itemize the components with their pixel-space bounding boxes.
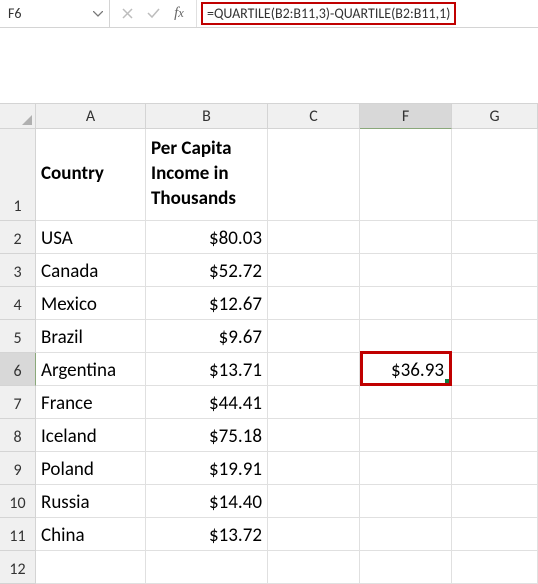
- column-headers-row: A B C F G: [0, 104, 538, 129]
- cell-G7[interactable]: [452, 386, 538, 419]
- row-header[interactable]: 11: [0, 518, 36, 551]
- formula-text: =QUARTILE(B2:B11,3)-QUARTILE(B2:B11,1): [201, 2, 456, 25]
- cell-B11[interactable]: $13.72: [146, 518, 268, 551]
- cell-F8[interactable]: [360, 419, 452, 452]
- cell-C2[interactable]: [268, 221, 360, 254]
- cell-G5[interactable]: [452, 320, 538, 353]
- cell-C8[interactable]: [268, 419, 360, 452]
- cell-F9[interactable]: [360, 452, 452, 485]
- row-header[interactable]: 4: [0, 287, 36, 320]
- cell-A10[interactable]: Russia: [36, 485, 146, 518]
- cell-G2[interactable]: [452, 221, 538, 254]
- cell-B5[interactable]: $9.67: [146, 320, 268, 353]
- table-row: 11 China $13.72: [0, 518, 538, 551]
- cell-F4[interactable]: [360, 287, 452, 320]
- cell-B6[interactable]: $13.71: [146, 353, 268, 386]
- cell-G3[interactable]: [452, 254, 538, 287]
- cell-C6[interactable]: [268, 353, 360, 386]
- table-row: 8 Iceland $75.18: [0, 419, 538, 452]
- cell-F11[interactable]: [360, 518, 452, 551]
- cell-G6[interactable]: [452, 353, 538, 386]
- col-header-F[interactable]: F: [360, 104, 452, 129]
- row-header[interactable]: 8: [0, 419, 36, 452]
- table-row: 5 Brazil $9.67: [0, 320, 538, 353]
- cell-F6[interactable]: $36.93: [360, 351, 452, 386]
- cell-G8[interactable]: [452, 419, 538, 452]
- cell-B7[interactable]: $44.41: [146, 386, 268, 419]
- cell-B10[interactable]: $14.40: [146, 485, 268, 518]
- cell-G4[interactable]: [452, 287, 538, 320]
- row-header[interactable]: 1: [0, 129, 36, 221]
- formula-bar-buttons: fx: [110, 0, 197, 27]
- cell-B9[interactable]: $19.91: [146, 452, 268, 485]
- cell-A4[interactable]: Mexico: [36, 287, 146, 320]
- row-header[interactable]: 9: [0, 452, 36, 485]
- cell-A9[interactable]: Poland: [36, 452, 146, 485]
- cell-G9[interactable]: [452, 452, 538, 485]
- cell-G11[interactable]: [452, 518, 538, 551]
- fx-icon[interactable]: fx: [172, 7, 186, 21]
- col-header-C[interactable]: C: [268, 104, 360, 129]
- select-all-corner[interactable]: [0, 104, 36, 129]
- cell-A8[interactable]: Iceland: [36, 419, 146, 452]
- cell-G1[interactable]: [452, 129, 538, 221]
- name-box: F6: [8, 5, 91, 22]
- cell-B4[interactable]: $12.67: [146, 287, 268, 320]
- ribbon-area: [0, 28, 538, 104]
- formula-bar: F6 fx =QUARTILE(B2:B11,3)-QUARTILE(B2:B1…: [0, 0, 538, 28]
- cell-B1[interactable]: Per Capita Income in Thousands: [146, 129, 268, 221]
- cell-A5[interactable]: Brazil: [36, 320, 146, 353]
- cell-A7[interactable]: France: [36, 386, 146, 419]
- cell-A2[interactable]: USA: [36, 221, 146, 254]
- row-header[interactable]: 2: [0, 221, 36, 254]
- table-row: 7 France $44.41: [0, 386, 538, 419]
- cell-C7[interactable]: [268, 386, 360, 419]
- col-header-B[interactable]: B: [146, 104, 268, 129]
- cell-C3[interactable]: [268, 254, 360, 287]
- cell-G10[interactable]: [452, 485, 538, 518]
- name-box-container[interactable]: F6: [0, 0, 110, 27]
- cell-F3[interactable]: [360, 254, 452, 287]
- row-header[interactable]: 10: [0, 485, 36, 518]
- table-row: 2 USA $80.03: [0, 221, 538, 254]
- cell-B8[interactable]: $75.18: [146, 419, 268, 452]
- row-header[interactable]: 7: [0, 386, 36, 419]
- row-header[interactable]: 6: [0, 353, 36, 386]
- cell-B2[interactable]: $80.03: [146, 221, 268, 254]
- table-row: 10 Russia $14.40: [0, 485, 538, 518]
- spreadsheet-grid[interactable]: A B C F G 1 Country Per Capita Income in…: [0, 104, 538, 584]
- table-row: 4 Mexico $12.67: [0, 287, 538, 320]
- cell-F1[interactable]: [360, 129, 452, 221]
- chevron-down-icon[interactable]: [91, 7, 105, 21]
- cell-F2[interactable]: [360, 221, 452, 254]
- cell-F10[interactable]: [360, 485, 452, 518]
- cell-A1[interactable]: Country: [36, 129, 146, 221]
- cell-A11[interactable]: China: [36, 518, 146, 551]
- cell-C11[interactable]: [268, 518, 360, 551]
- cell-B3[interactable]: $52.72: [146, 254, 268, 287]
- cell-F7[interactable]: [360, 386, 452, 419]
- col-header-G[interactable]: G: [452, 104, 538, 129]
- table-row: 1 Country Per Capita Income in Thousands: [0, 129, 538, 221]
- cell-C4[interactable]: [268, 287, 360, 320]
- table-row: 3 Canada $52.72: [0, 254, 538, 287]
- table-row: 9 Poland $19.91: [0, 452, 538, 485]
- cell-A3[interactable]: Canada: [36, 254, 146, 287]
- cell-C10[interactable]: [268, 485, 360, 518]
- cancel-icon[interactable]: [120, 7, 134, 21]
- col-header-A[interactable]: A: [36, 104, 146, 129]
- formula-input[interactable]: =QUARTILE(B2:B11,3)-QUARTILE(B2:B11,1): [197, 0, 538, 27]
- table-row: 6 Argentina $13.71 $36.93: [0, 353, 538, 386]
- cell-C1[interactable]: [268, 129, 360, 221]
- row-header[interactable]: 5: [0, 320, 36, 353]
- cell-F5[interactable]: [360, 320, 452, 353]
- cell-C9[interactable]: [268, 452, 360, 485]
- confirm-icon[interactable]: [146, 7, 160, 21]
- cell-A6[interactable]: Argentina: [36, 353, 146, 386]
- cell-C5[interactable]: [268, 320, 360, 353]
- row-header[interactable]: 3: [0, 254, 36, 287]
